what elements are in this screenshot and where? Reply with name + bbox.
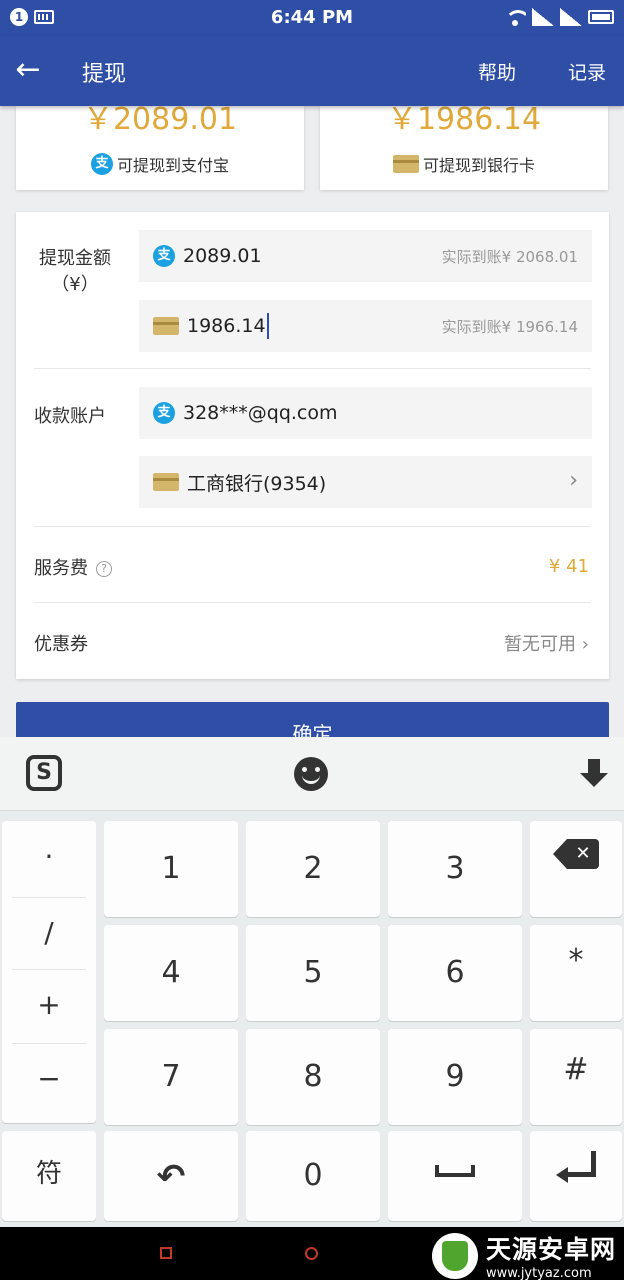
divider [34, 526, 591, 527]
undo-arrow-icon: ↶ [156, 1157, 186, 1197]
battery-icon [588, 10, 614, 24]
watermark: 天源安卓网 www.jytyaz.com [431, 1230, 616, 1280]
key-hash[interactable]: # [530, 1029, 622, 1125]
key-0[interactable]: 0 [246, 1131, 380, 1221]
app-header: ← 提现 帮助 记录 [0, 36, 624, 106]
chevron-right-icon: › [581, 634, 589, 655]
emoji-icon[interactable] [294, 757, 328, 791]
amount-label: 提现金额 [39, 248, 111, 269]
system-nav-bar: 天源安卓网 www.jytyaz.com [0, 1227, 624, 1280]
bank-account-select[interactable]: 工商银行(9354) › [139, 456, 592, 508]
space-key[interactable] [388, 1131, 522, 1221]
sogou-logo-icon[interactable]: S [26, 755, 62, 791]
page-title: 提现 [82, 62, 127, 87]
enter-icon [556, 1151, 596, 1183]
withdraw-form: 提现金额 （¥） 支 2089.01 实际到账¥ 2068.01 1986.14… [16, 212, 609, 679]
key-1[interactable]: 1 [104, 821, 238, 917]
service-fee-value: ¥ 41 [548, 556, 589, 577]
alipay-icon: 支 [153, 402, 175, 424]
watermark-title: 天源安卓网 [485, 1235, 616, 1264]
amount-label-group: 提现金额 （¥） [30, 244, 120, 296]
backspace-icon [553, 839, 599, 869]
bank-balance-amount: ￥1986.14 [386, 102, 542, 137]
keyboard-toolbar: S [0, 737, 624, 811]
alipay-account-value: 328***@qq.com [183, 402, 338, 424]
coupon-selector[interactable]: 暂无可用 › [504, 630, 589, 656]
service-fee-label: 服务费 [34, 558, 88, 579]
watermark-url: www.jytyaz.com [485, 1266, 592, 1280]
key-3[interactable]: 3 [388, 821, 522, 917]
numeric-keyboard: S · / + − 1 2 3 4 5 6 * 7 8 9 # 符 ↶ 0 [0, 737, 624, 1227]
divider [34, 602, 591, 603]
symbol-side-panel: · / + − [2, 821, 96, 1123]
bank-account-value: 工商银行(9354) [187, 472, 327, 495]
help-link[interactable]: 帮助 [478, 58, 516, 85]
signal-icon [532, 8, 554, 26]
status-bar: 1 6:44 PM [0, 0, 624, 36]
bank-amount-value: 1986.14 [187, 315, 266, 337]
key-slash[interactable]: / [2, 897, 96, 969]
alipay-icon: 支 [90, 153, 113, 175]
watermark-logo-icon [431, 1232, 478, 1279]
amount-unit: （¥） [51, 274, 99, 295]
alipay-icon: 支 [153, 245, 175, 267]
alipay-balance-amount: ￥2089.01 [82, 102, 238, 137]
alipay-actual-amount: 实际到账¥ 2068.01 [441, 248, 578, 266]
alipay-amount-field[interactable]: 支 2089.01 实际到账¥ 2068.01 [139, 230, 592, 282]
alipay-balance-label: 可提现到支付宝 [116, 156, 229, 175]
alipay-account-field[interactable]: 支 328***@qq.com [139, 387, 592, 439]
key-8[interactable]: 8 [246, 1029, 380, 1125]
coupon-value: 暂无可用 [504, 634, 577, 655]
enter-key[interactable] [530, 1131, 622, 1221]
alipay-balance-card: ￥2089.01 支 可提现到支付宝 [16, 102, 304, 190]
bank-card-icon [153, 473, 179, 491]
text-cursor [266, 313, 269, 339]
alipay-amount-value: 2089.01 [183, 245, 262, 267]
key-5[interactable]: 5 [246, 925, 380, 1021]
home-icon[interactable] [305, 1247, 318, 1260]
key-star[interactable]: * [530, 925, 622, 1021]
backspace-key[interactable] [530, 821, 622, 917]
key-minus[interactable]: − [2, 1043, 96, 1115]
key-6[interactable]: 6 [388, 925, 522, 1021]
account-label: 收款账户 [34, 406, 106, 427]
chevron-right-icon: › [569, 468, 578, 493]
coupon-label: 优惠券 [34, 634, 88, 655]
bank-amount-field[interactable]: 1986.14 实际到账¥ 1966.14 [139, 300, 592, 352]
key-7[interactable]: 7 [104, 1029, 238, 1125]
bank-actual-amount: 实际到账¥ 1966.14 [441, 318, 578, 336]
hide-keyboard-icon[interactable] [580, 759, 608, 791]
service-fee-row: 服务费? [34, 554, 112, 580]
key-4[interactable]: 4 [104, 925, 238, 1021]
key-2[interactable]: 2 [246, 821, 380, 917]
key-plus[interactable]: + [2, 969, 96, 1041]
divider [34, 368, 591, 369]
undo-key[interactable]: ↶ [104, 1131, 238, 1221]
key-9[interactable]: 9 [388, 1029, 522, 1125]
bank-balance-card: ￥1986.14 可提现到银行卡 [320, 102, 608, 190]
bank-card-icon [392, 155, 419, 173]
bank-balance-label: 可提现到银行卡 [422, 156, 535, 175]
signal-icon-2 [560, 8, 582, 26]
key-dot[interactable]: · [2, 821, 96, 893]
records-link[interactable]: 记录 [568, 58, 606, 85]
bank-card-icon [153, 317, 179, 335]
back-arrow-icon[interactable]: ← [10, 52, 46, 88]
recent-apps-icon[interactable] [160, 1247, 172, 1259]
symbols-key[interactable]: 符 [2, 1131, 96, 1221]
space-bar-icon [435, 1165, 475, 1177]
help-question-icon[interactable]: ? [96, 561, 112, 577]
wifi-icon [504, 8, 526, 26]
